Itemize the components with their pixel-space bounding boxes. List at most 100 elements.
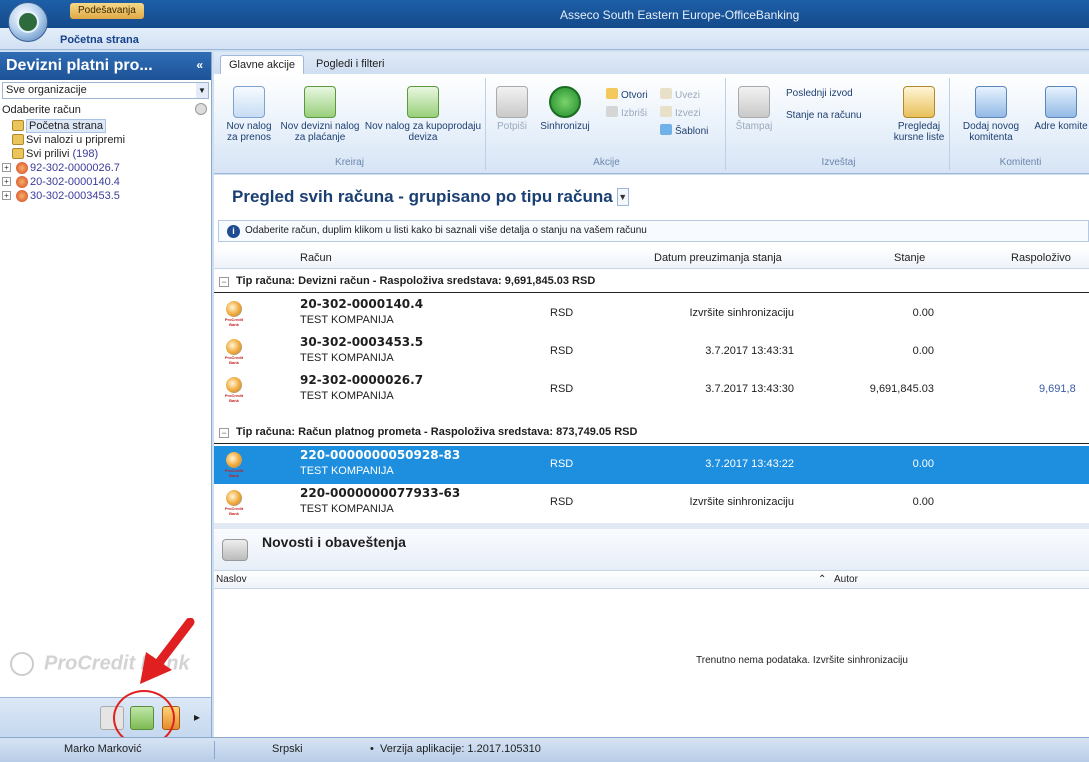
tree-item-label: Svi nalozi u pripremi <box>26 134 126 146</box>
company-name: TEST KOMPANIJA <box>300 314 394 326</box>
status-bar: Marko Marković Srpski • Verzija aplikaci… <box>0 737 1089 762</box>
tree-item-label: Početna strana <box>26 119 106 133</box>
collapse-group-icon[interactable]: − <box>219 428 229 438</box>
app-logo-icon <box>17 11 39 33</box>
tree-item-home[interactable]: Početna strana <box>0 119 211 133</box>
new-exchange-button[interactable]: Nov nalog za kupoprodaju deviza <box>364 86 482 143</box>
collapse-group-icon[interactable]: − <box>219 277 229 287</box>
sync-icon <box>549 86 581 118</box>
table-row[interactable]: ProCredit Bank 92-302-0000026.7 TEST KOM… <box>214 371 1089 409</box>
table-row-selected[interactable]: ProCredit Bank 220-0000000050928-83 TEST… <box>214 446 1089 484</box>
import-button[interactable]: Uvezi <box>660 88 700 101</box>
column-header-account[interactable]: Račun <box>300 252 332 264</box>
tree-item-inflows[interactable]: Svi prilivi (198) <box>0 147 211 161</box>
news-header: Novosti i obaveštenja <box>214 529 1089 571</box>
table-row[interactable]: ProCredit Bank 30-302-0003453.5 TEST KOM… <box>214 333 1089 371</box>
document-icon <box>233 86 265 118</box>
gear-icon[interactable] <box>195 103 207 115</box>
chevron-down-icon[interactable]: ▼ <box>196 83 208 98</box>
tree-item-pending-orders[interactable]: Svi nalozi u pripremi <box>0 133 211 147</box>
balance-date: 3.7.2017 13:43:22 <box>705 458 794 470</box>
language-selector[interactable]: Srpski <box>272 743 303 755</box>
column-header-title[interactable]: Naslov <box>216 574 247 585</box>
expand-icon[interactable]: + <box>2 177 11 186</box>
info-icon: i <box>227 225 240 238</box>
print-button[interactable]: Štampaj <box>732 86 776 132</box>
delete-button[interactable]: Izbriši <box>606 106 647 119</box>
group-create-label: Kreiraj <box>335 157 364 168</box>
column-header-balance[interactable]: Stanje <box>894 252 925 264</box>
address-book-icon <box>1045 86 1077 118</box>
tree-item-account[interactable]: + 30-302-0003453.5 <box>0 189 211 203</box>
last-statement-button[interactable]: Poslednji izvod <box>786 88 853 99</box>
group-row-label: Tip računa: Devizni račun - Raspoloživa … <box>236 275 596 287</box>
account-number: 92-302-0000026.7 <box>300 373 424 387</box>
more-options-icon[interactable]: ▸ <box>194 710 200 724</box>
currency: RSD <box>550 307 574 319</box>
available-amount: 9,691,8 <box>1039 383 1076 395</box>
folder-open-icon <box>606 88 618 99</box>
table-row[interactable]: ProCredit Bank 220-0000000077933-63 TEST… <box>214 484 1089 522</box>
exchange-rates-label: Pregledaj kursne liste <box>893 121 945 143</box>
export-icon <box>660 106 672 117</box>
currency: RSD <box>550 345 574 357</box>
add-person-icon <box>975 86 1007 118</box>
ribbon-tab-bar: Glavne akcije Pogledi i filteri <box>214 52 1089 74</box>
tree-account-number: 20-302-0000140.4 <box>30 176 120 188</box>
export-button[interactable]: Izvezi <box>660 106 701 119</box>
bank-logo-icon <box>10 652 34 676</box>
group-clients-label: Komitenti <box>999 157 1042 168</box>
new-fx-payment-button[interactable]: Nov devizni nalog za plaćanje <box>280 86 360 143</box>
currency: RSD <box>550 383 574 395</box>
client-directory-button[interactable]: Adre komite <box>1034 86 1088 132</box>
collapse-panel-button[interactable]: « <box>196 58 203 72</box>
add-client-label: Dodaj novog komitenta <box>962 121 1020 143</box>
balance-date: 3.7.2017 13:43:30 <box>705 383 794 395</box>
page-title: Pregled svih računa - grupisano po tipu … <box>232 187 629 207</box>
status-separator <box>214 741 215 759</box>
column-header-date[interactable]: Datum preuzimanja stanja <box>654 252 782 264</box>
synchronize-button[interactable]: Sinhronizuj <box>534 86 596 132</box>
account-balance-label: Stanje na računu <box>786 110 862 121</box>
procredit-bank-icon: ProCredit Bank <box>222 490 246 516</box>
tab-main-actions[interactable]: Glavne akcije <box>220 55 305 74</box>
account-icon <box>16 176 28 188</box>
procredit-bank-icon: ProCredit Bank <box>222 377 246 403</box>
group-row-payment-account[interactable]: − Tip računa: Račun platnog prometa - Ra… <box>214 426 1089 444</box>
tree-item-account[interactable]: + 92-302-0000026.7 <box>0 161 211 175</box>
inflow-count: (198) <box>72 148 99 160</box>
title-bar: Podešavanja Asseco South Eastern Europe-… <box>0 0 1089 28</box>
view-dropdown-button[interactable]: ▼ <box>616 188 629 206</box>
column-header-available[interactable]: Raspoloživo <box>1011 252 1071 264</box>
app-menu-orb[interactable] <box>8 2 48 42</box>
tab-views-filters[interactable]: Pogledi i filteri <box>308 55 392 74</box>
news-empty-message: Trenutno nema podataka. Izvršite sinhron… <box>696 655 908 666</box>
templates-button[interactable]: Šabloni <box>660 124 708 137</box>
synchronize-label: Sinhronizuj <box>540 121 590 132</box>
organization-select[interactable]: Sve organizacije ▼ <box>2 82 209 99</box>
expand-icon[interactable]: + <box>2 163 11 172</box>
account-icon <box>16 190 28 202</box>
folder-icon <box>12 134 24 145</box>
home-link[interactable]: Početna strana <box>60 34 139 46</box>
procredit-bank-icon: ProCredit Bank <box>222 301 246 327</box>
new-fx-payment-label: Nov devizni nalog za plaćanje <box>280 121 360 143</box>
new-transfer-button[interactable]: Nov nalog za prenos <box>222 86 276 143</box>
exchange-rates-button[interactable]: Pregledaj kursne liste <box>890 86 948 143</box>
account-balance-button[interactable]: Stanje na računu <box>786 110 862 121</box>
table-row[interactable]: ProCredit Bank 20-302-0000140.4 TEST KOM… <box>214 295 1089 333</box>
add-client-button[interactable]: Dodaj novog komitenta <box>954 86 1028 143</box>
open-button[interactable]: Otvori <box>606 88 648 101</box>
balance: 9,691,845.03 <box>869 383 934 395</box>
folder-icon <box>12 148 24 159</box>
account-selector: Odaberite račun <box>0 101 211 119</box>
company-name: TEST KOMPANIJA <box>300 352 394 364</box>
news-title: Novosti i obaveštenja <box>262 534 406 550</box>
settings-tab[interactable]: Podešavanja <box>70 3 144 19</box>
expand-icon[interactable]: + <box>2 191 11 200</box>
group-row-fx-account[interactable]: − Tip računa: Devizni račun - Raspoloživ… <box>214 275 1089 293</box>
column-header-author[interactable]: Autor <box>834 574 858 585</box>
currency: RSD <box>550 496 574 508</box>
tree-item-account[interactable]: + 20-302-0000140.4 <box>0 175 211 189</box>
sign-button[interactable]: Potpiši <box>492 86 532 132</box>
